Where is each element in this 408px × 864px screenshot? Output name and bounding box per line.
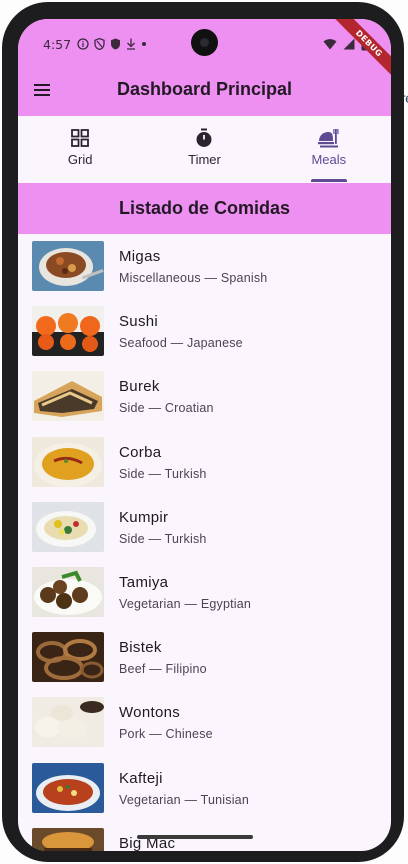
meal-thumbnail: [32, 697, 104, 748]
phone-frame: 4:57 DEBUG Dashboard Principal Grid Time…: [2, 2, 404, 862]
meal-dish-icon: [317, 129, 339, 148]
dot-icon: [142, 42, 147, 46]
tab-meals[interactable]: Meals: [267, 116, 391, 182]
gesture-navigation-bar[interactable]: [137, 835, 253, 839]
meal-category-area: Side — Turkish: [119, 531, 207, 546]
meal-list-item[interactable]: Tamiya Vegetarian — Egyptian: [18, 560, 391, 625]
meal-category-area: Seafood — Japanese: [119, 336, 243, 351]
vpn-shield-icon: [94, 38, 105, 50]
meal-name: Bistek: [119, 639, 162, 657]
tab-grid[interactable]: Grid: [18, 116, 142, 182]
wifi-icon: [323, 39, 337, 50]
tab-label: Meals: [311, 152, 347, 167]
meal-name: Sushi: [119, 313, 159, 331]
meal-list-item[interactable]: Migas Miscellaneous — Spanish: [18, 234, 391, 299]
meal-name: Burek: [119, 378, 160, 396]
tab-bar: Grid Timer Meals: [18, 116, 391, 182]
meal-list: Migas Miscellaneous — Spanish Sushi Seaf…: [18, 234, 391, 851]
meal-thumbnail: [32, 241, 104, 291]
stopwatch-icon: [196, 128, 212, 147]
meal-thumbnail: [32, 566, 104, 617]
meal-list-item[interactable]: Burek Side — Croatian: [18, 364, 391, 429]
meal-thumbnail: [32, 827, 104, 851]
page-title: Dashboard Principal: [116, 79, 293, 99]
meal-category-area: Beef — Filipino: [119, 662, 207, 677]
grid-icon: [71, 129, 90, 147]
meal-name: Wontons: [119, 704, 181, 722]
meal-thumbnail: [32, 762, 104, 813]
meal-thumbnail: [32, 501, 104, 552]
meal-category-area: Miscellaneous — Spanish: [119, 271, 268, 285]
meal-name: Tamiya: [119, 573, 169, 591]
meal-list-item[interactable]: Wontons Pork — Chinese: [18, 690, 391, 755]
meal-list-item[interactable]: Corba Side — Turkish: [18, 430, 391, 495]
meal-name: Migas: [119, 248, 161, 265]
meal-thumbnail: [32, 632, 104, 683]
meal-name: Kafteji: [119, 769, 163, 787]
tab-timer[interactable]: Timer: [142, 116, 266, 182]
app-screen: 4:57 DEBUG Dashboard Principal Grid Time…: [18, 19, 391, 851]
download-icon: [127, 38, 136, 50]
meal-category-area: Vegetarian — Tunisian: [119, 792, 249, 807]
meal-name: Kumpir: [119, 508, 169, 526]
meal-name: Corba: [119, 443, 162, 461]
meal-category-area: Pork — Chinese: [119, 727, 213, 742]
info-icon: [77, 38, 89, 50]
meal-category-area: Side — Croatian: [119, 401, 214, 416]
meal-category-area: Vegetarian — Egyptian: [119, 596, 252, 611]
meal-thumbnail: [32, 306, 104, 357]
meal-list-item[interactable]: Kumpir Side — Turkish: [18, 495, 391, 560]
meal-list-item[interactable]: Kafteji Vegetarian — Tunisian: [18, 756, 391, 821]
signal-icon: [343, 38, 355, 50]
tab-label: Timer: [188, 152, 221, 167]
security-shield-icon: [111, 38, 121, 50]
section-header: Listado de Comidas: [18, 183, 391, 234]
meal-list-item[interactable]: Sushi Seafood — Japanese: [18, 299, 391, 364]
meal-list-item[interactable]: Bistek Beef — Filipino: [18, 625, 391, 690]
app-bar: 4:57 DEBUG Dashboard Principal: [18, 19, 391, 116]
meal-category-area: Side — Turkish: [119, 466, 207, 481]
front-camera: [191, 29, 218, 56]
status-time: 4:57: [43, 36, 72, 52]
tab-label: Grid: [67, 152, 93, 167]
tab-active-indicator: [310, 179, 347, 182]
meal-thumbnail: [32, 371, 104, 422]
meal-thumbnail: [32, 436, 104, 487]
